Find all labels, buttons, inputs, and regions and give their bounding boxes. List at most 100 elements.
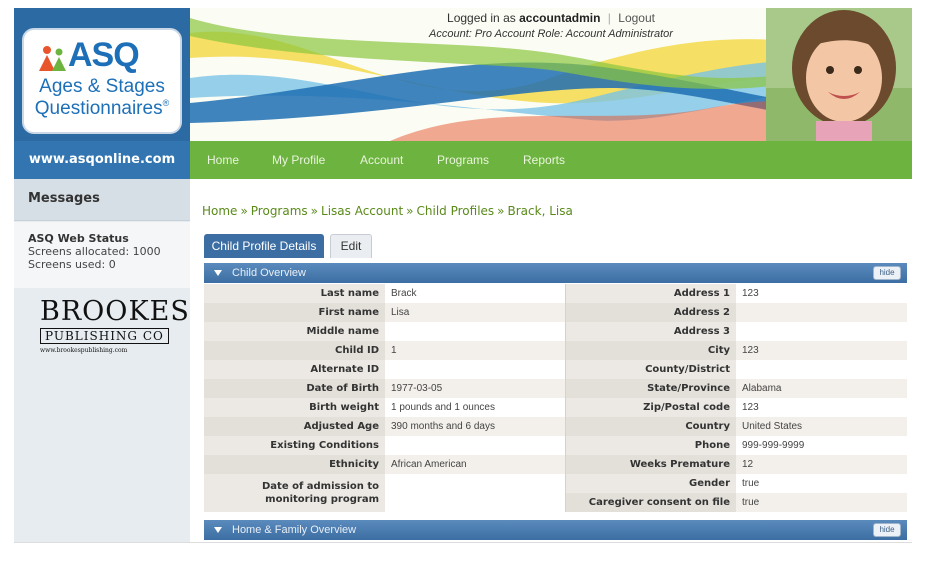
site-url[interactable]: www.asqonline.com (14, 141, 190, 179)
child-details-table: Last name Brack Address 1 123 First name… (204, 284, 907, 512)
table-row: Ethnicity African American Weeks Prematu… (204, 455, 907, 474)
nav-account[interactable]: Account (360, 153, 403, 167)
field-label: Phone (564, 436, 736, 455)
tab-child-profile-details[interactable]: Child Profile Details (204, 234, 324, 258)
app-window: ASQ Ages & Stages Questionnaires® www.as… (14, 8, 912, 543)
collapse-arrow-icon (214, 270, 222, 277)
field-value: 12 (736, 455, 907, 474)
table-row: First name Lisa Address 2 (204, 303, 907, 322)
field-value: 123 (736, 341, 907, 360)
breadcrumb-account[interactable]: Lisas Account (321, 204, 403, 218)
collapse-arrow-icon (214, 527, 222, 534)
table-row: Adjusted Age 390 months and 6 days Count… (204, 417, 907, 436)
screens-allocated: Screens allocated: 1000 (28, 245, 161, 258)
table-row: Birth weight 1 pounds and 1 ounces Zip/P… (204, 398, 907, 417)
field-value (736, 303, 907, 322)
field-value: 999-999-9999 (736, 436, 907, 455)
field-value: 1977-03-05 (385, 379, 565, 398)
field-value: 1 (385, 341, 565, 360)
people-logo-icon (39, 46, 66, 71)
hide-home-family-button[interactable]: hide (873, 523, 901, 537)
header-banner: Logged in as accountadmin | Logout Accou… (190, 8, 912, 141)
field-value: African American (385, 455, 565, 474)
field-label: Weeks Premature (564, 455, 736, 474)
table-row: Date of Birth 1977-03-05 State/Province … (204, 379, 907, 398)
field-label: Gender (564, 474, 736, 493)
field-label: Birth weight (204, 398, 385, 417)
field-label: Date of Birth (204, 379, 385, 398)
field-value: Alabama (736, 379, 907, 398)
table-row: Existing Conditions Phone 999-999-9999 (204, 436, 907, 455)
field-value: United States (736, 417, 907, 436)
table-row: Alternate ID County/District (204, 360, 907, 379)
field-label: Last name (204, 284, 385, 303)
field-label: Adjusted Age (204, 417, 385, 436)
field-label: Zip/Postal code (564, 398, 736, 417)
field-value: 123 (736, 284, 907, 303)
brookes-name: BROOKES (40, 296, 190, 327)
section-home-family-overview[interactable]: Home & Family Overview hide (204, 520, 907, 540)
field-value (385, 474, 565, 512)
brookes-logo[interactable]: BROOKES PUBLISHING CO www.brookespublish… (40, 296, 190, 358)
field-label: Date of admission to monitoring program (204, 474, 385, 512)
logout-link[interactable]: Logout (618, 11, 655, 25)
breadcrumb-home[interactable]: Home (202, 204, 237, 218)
brookes-publishing: PUBLISHING CO (40, 328, 169, 344)
section-child-overview[interactable]: Child Overview hide (204, 263, 907, 283)
tab-edit[interactable]: Edit (330, 234, 372, 258)
field-label: Address 3 (564, 322, 736, 341)
field-label: Country (564, 417, 736, 436)
table-row: Middle name Address 3 (204, 322, 907, 341)
field-label: Existing Conditions (204, 436, 385, 455)
field-label: Alternate ID (204, 360, 385, 379)
field-label: Middle name (204, 322, 385, 341)
web-status-panel: ASQ Web Status Screens allocated: 1000 S… (14, 222, 190, 288)
table-row: Last name Brack Address 1 123 (204, 284, 907, 303)
main-nav: Home My Profile Account Programs Reports (190, 141, 912, 179)
asq-logo[interactable]: ASQ Ages & Stages Questionnaires® (22, 28, 182, 134)
field-label: Ethnicity (204, 455, 385, 474)
table-row: Child ID 1 City 123 (204, 341, 907, 360)
field-value: Lisa (385, 303, 565, 322)
field-value: true (736, 474, 907, 493)
nav-my-profile[interactable]: My Profile (272, 153, 325, 167)
field-label: Child ID (204, 341, 385, 360)
field-label: First name (204, 303, 385, 322)
messages-title: Messages (14, 179, 190, 221)
web-status-title: ASQ Web Status (28, 232, 129, 245)
breadcrumb-programs[interactable]: Programs (251, 204, 308, 218)
sidebar: ASQ Ages & Stages Questionnaires® www.as… (14, 8, 190, 542)
logo-subtitle-line1: Ages & Stages (39, 76, 165, 97)
field-value (385, 360, 565, 379)
breadcrumb-current: Brack, Lisa (507, 204, 573, 218)
hide-child-overview-button[interactable]: hide (873, 266, 901, 280)
field-label: Caregiver consent on file (564, 493, 736, 512)
child-photo (766, 8, 912, 141)
field-value: 123 (736, 398, 907, 417)
field-value (385, 322, 565, 341)
logo-subtitle-line2: Questionnaires® (34, 98, 170, 119)
nav-reports[interactable]: Reports (523, 153, 565, 167)
field-label: County/District (564, 360, 736, 379)
field-label: City (564, 341, 736, 360)
field-value (385, 436, 565, 455)
field-value (736, 322, 907, 341)
field-label: Address 1 (564, 284, 736, 303)
field-value: true (736, 493, 907, 512)
field-value (736, 360, 907, 379)
field-value: 1 pounds and 1 ounces (385, 398, 565, 417)
brookes-url: www.brookespublishing.com (40, 347, 128, 354)
table-row: Date of admission to monitoring program … (204, 474, 907, 512)
breadcrumb: Home» Programs» Lisas Account» Child Profil… (202, 204, 573, 218)
logo-text: ASQ (68, 36, 140, 74)
logo-area: ASQ Ages & Stages Questionnaires® (14, 8, 190, 141)
nav-programs[interactable]: Programs (437, 153, 489, 167)
field-label: Address 2 (564, 303, 736, 322)
breadcrumb-child-profiles[interactable]: Child Profiles (417, 204, 495, 218)
screens-used: Screens used: 0 (28, 258, 116, 271)
username: accountadmin (519, 11, 601, 25)
nav-home[interactable]: Home (207, 153, 239, 167)
field-value: 390 months and 6 days (385, 417, 565, 436)
field-label: State/Province (564, 379, 736, 398)
field-value: Brack (385, 284, 565, 303)
